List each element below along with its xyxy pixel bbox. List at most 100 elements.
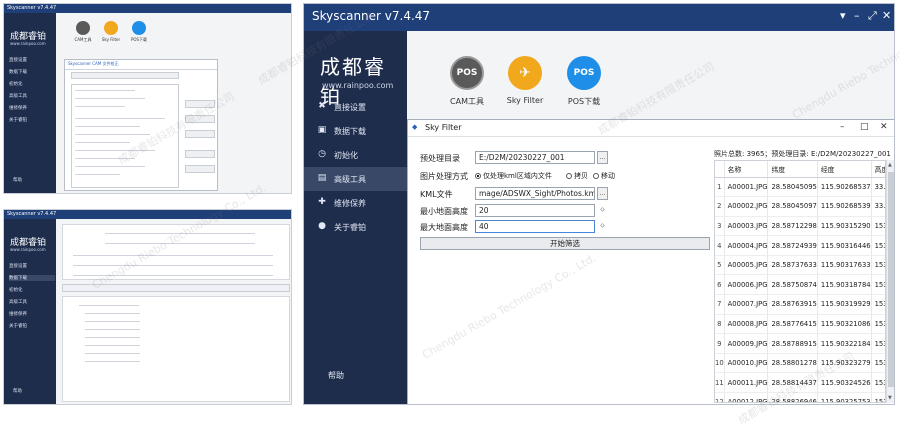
cam-tool-button[interactable]: POS CAM工具	[443, 56, 491, 107]
thumb-nav-item[interactable]: 关于睿铂	[9, 323, 27, 329]
wrench-icon: ✚	[318, 197, 326, 207]
table-cell: A00002.JPG	[724, 196, 769, 217]
tools-icon: ▤	[317, 173, 327, 183]
table-cell: A00008.JPG	[724, 314, 769, 335]
table-cell: 28.58750874	[767, 274, 818, 296]
maximize-icon[interactable]: ⤢	[868, 9, 877, 23]
mode-move-radio[interactable]: 移动	[593, 171, 615, 181]
thumb-sidebar: 成都睿铂 www.rainpoo.com 直接设置 数据下载 初始化 高级工具 …	[4, 13, 56, 193]
mode-copy-radio[interactable]: 拷贝	[566, 171, 588, 181]
scroll-up-icon[interactable]: ▲	[888, 162, 892, 168]
thumb-footer: 帮助	[13, 389, 22, 394]
thumb-nav-item[interactable]: 维修保养	[9, 311, 27, 317]
column-header[interactable]: 纬度	[767, 161, 818, 178]
minimize-icon[interactable]: –	[854, 9, 860, 22]
main-window: Skyscanner v7.4.47 ▾ – ⤢ ✕ 成都睿铂 www.rain…	[303, 3, 895, 405]
sidebar-item-label: 高级工具	[334, 175, 366, 184]
table-cell: 12	[715, 392, 725, 402]
table-cell: 115.90319929	[817, 294, 872, 315]
column-header[interactable]	[715, 161, 725, 178]
mode-label: 图片处理方式	[420, 172, 468, 181]
table-row[interactable]: 5A00005.JPG28.58737633115.90317633153.36…	[715, 255, 885, 276]
max-height-spin[interactable]: ⬦	[597, 220, 608, 233]
table-row[interactable]: 10A00010.JPG28.58801278115.90323279153.3…	[715, 353, 885, 374]
sky-filter-label: Sky Filter	[506, 96, 544, 105]
help-link[interactable]: 帮助	[328, 370, 344, 381]
pos-download-icon: POS	[567, 56, 601, 90]
min-height-input[interactable]: 20	[475, 204, 595, 217]
table-cell: 115.90317633	[817, 255, 872, 276]
table-cell: 33.402	[871, 177, 885, 198]
close-icon[interactable]: ✕	[882, 9, 891, 22]
sidebar-item-label: 直接设置	[334, 103, 366, 112]
pos-download-icon[interactable]	[132, 21, 146, 35]
table-row[interactable]: 8A00008.JPG28.58776415115.90321086153.17…	[715, 314, 885, 335]
photo-table: 名称纬度经度高度YAW 1A00001.JPG28.58045095115.90…	[714, 160, 886, 403]
start-filter-button[interactable]: 开始筛选	[420, 237, 710, 250]
thumb-nav-item[interactable]: 直接设置	[9, 263, 27, 269]
thumb-nav-item[interactable]: 数据下载	[9, 275, 55, 281]
table-row[interactable]: 9A00009.JPG28.58788915115.90322184153.25…	[715, 333, 885, 354]
sidebar-item-tools[interactable]: ▤ 高级工具	[304, 167, 407, 191]
table-cell: 8	[715, 314, 725, 335]
scroll-down-icon[interactable]: ▼	[888, 395, 892, 401]
sidebar-item-about[interactable]: ● 关于睿铂	[304, 215, 407, 239]
table-cell: 28.58763915	[767, 294, 818, 315]
table-row[interactable]: 7A00007.JPG28.58763915115.90319929153.20…	[715, 294, 885, 315]
sidebar-item-init[interactable]: ◷ 初始化	[304, 143, 407, 167]
thumb-nav-item[interactable]: 初始化	[9, 287, 23, 293]
kml-label: KML文件	[420, 190, 453, 199]
thumb-tool-label: POS下载	[130, 37, 148, 42]
cam-tool-icon[interactable]	[76, 21, 90, 35]
table-scrollbar[interactable]: ▲ ▼	[886, 160, 894, 403]
table-cell: 33.410	[871, 196, 885, 217]
thumb-title: Skyscanner v7.4.47	[4, 4, 291, 13]
thumb-nav-item[interactable]: 维修保养	[9, 105, 27, 111]
thumb-nav-item[interactable]: 高级工具	[9, 299, 27, 305]
column-header[interactable]: 经度	[817, 161, 872, 178]
thumb-nav-item[interactable]: 关于睿铂	[9, 117, 27, 123]
dropdown-icon[interactable]: ▾	[840, 9, 846, 22]
max-height-input[interactable]: 40	[475, 220, 595, 233]
thumb-footer: 帮助	[13, 178, 22, 183]
table-cell: 28.58776415	[767, 314, 818, 335]
min-height-spin[interactable]: ⬦	[597, 204, 608, 217]
table-cell: 115.90318784	[817, 274, 872, 296]
thumb-nav-item[interactable]: 初始化	[9, 81, 23, 87]
sky-filter-button[interactable]: ✈ Sky Filter	[501, 56, 549, 105]
sidebar-item-download[interactable]: ▣ 数据下载	[304, 119, 407, 143]
table-cell: 153.336	[871, 392, 885, 402]
sidebar-item-maintenance[interactable]: ✚ 维修保养	[304, 191, 407, 215]
table-row[interactable]: 2A00002.JPG28.58045097115.9026853933.410…	[715, 196, 885, 217]
table-row[interactable]: 4A00004.JPG28.58724939115.90316446153.25…	[715, 235, 885, 256]
thumb-nav-item[interactable]: 高级工具	[9, 93, 27, 99]
table-cell: 28.58045095	[767, 177, 818, 198]
sky-filter-icon[interactable]	[104, 21, 118, 35]
table-cell: 28.58788915	[767, 333, 818, 354]
mode-kml-radio[interactable]: 仅处理kml区域内文件	[475, 171, 552, 181]
column-header[interactable]: 名称	[724, 161, 769, 178]
thumb-nav-item[interactable]: 数据下载	[9, 69, 27, 75]
table-cell: 153.258	[871, 235, 885, 256]
pos-download-button[interactable]: POS POS下载	[560, 56, 608, 107]
table-cell: A00006.JPG	[724, 274, 769, 296]
close-icon[interactable]: ✕	[880, 122, 888, 132]
minimize-icon[interactable]: –	[840, 122, 845, 132]
table-row[interactable]: 1A00001.JPG28.58045095115.9026853733.402…	[715, 177, 885, 198]
table-cell: 115.90268537	[817, 177, 872, 198]
table-cell: A00004.JPG	[724, 235, 769, 256]
sidebar-item-label: 初始化	[334, 151, 358, 160]
table-cell: 115.90325753	[817, 392, 872, 402]
thumb-tool-label: Sky Filter	[101, 37, 121, 42]
table-row[interactable]: 6A00006.JPG28.58750874115.90318784153.33…	[715, 274, 885, 296]
kml-input[interactable]: mage/ADSWX_Sight/Photos.kml	[475, 187, 595, 200]
maximize-icon[interactable]: □	[860, 122, 869, 132]
sidebar-item-settings[interactable]: ✖ 直接设置	[304, 95, 407, 119]
scroll-thumb[interactable]	[888, 172, 894, 387]
browse-dir-button[interactable]: ...	[597, 151, 608, 164]
browse-kml-button[interactable]: ...	[597, 187, 608, 200]
thumb-nav-item[interactable]: 直接设置	[9, 57, 27, 63]
dir-input[interactable]: E:/D2M/20230227_001	[475, 151, 595, 164]
table-row[interactable]: 3A00003.JPG28.58712298115.90315290153.26…	[715, 216, 885, 237]
column-header[interactable]: 高度	[871, 161, 885, 178]
